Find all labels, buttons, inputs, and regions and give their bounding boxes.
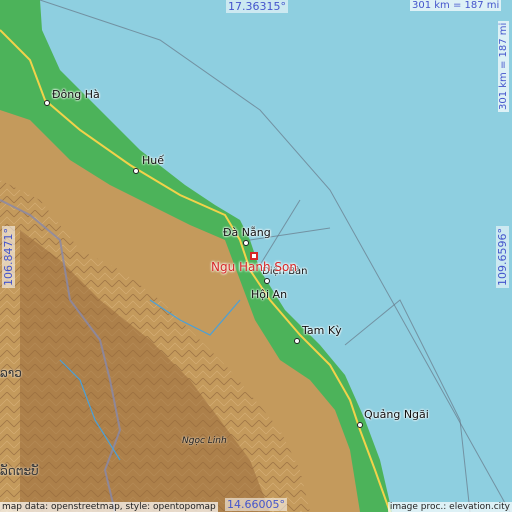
scale-right: 301 km = 187 mi	[498, 20, 509, 112]
city-dot-dong-ha	[44, 100, 50, 106]
coord-top: 17.36315°	[226, 0, 288, 13]
target-label: Ngu Hanh Son	[211, 260, 297, 274]
scale-top: 301 km = 187 mi	[410, 0, 502, 11]
city-label-hue: Huế	[142, 154, 165, 167]
credit-left: map data: openstreetmap, style: opentopo…	[0, 502, 218, 512]
coord-right: 109.6596°	[496, 226, 509, 288]
laos-label: ລາວ	[0, 366, 22, 380]
city-label-dong-ha: Đông Hà	[52, 88, 100, 101]
city-dot-da-nang	[243, 240, 249, 246]
city-label-quang-ngai: Quảng Ngãi	[364, 408, 429, 421]
city-label-tam-ky: Tam Kỳ	[302, 324, 342, 337]
map[interactable]: 17.36315° 14.66005° 106.8471° 109.6596° …	[0, 0, 512, 512]
city-dot-hoi-an	[264, 278, 270, 284]
city-label-da-nang: Đà Nẵng	[223, 226, 271, 239]
city-dot-tam-ky	[294, 338, 300, 344]
city-dot-quang-ngai	[357, 422, 363, 428]
coord-bottom: 14.66005°	[225, 498, 287, 511]
city-label-hoi-an: Hội An	[251, 288, 288, 301]
coord-left: 106.8471°	[2, 226, 15, 288]
credit-right: image proc.: elevation.city	[387, 502, 512, 512]
laos-label-2: ລັດຕະບັ	[0, 464, 39, 478]
peak-label: Ngọc Linh	[182, 436, 227, 446]
target-marker[interactable]	[250, 252, 258, 260]
city-dot-hue	[133, 168, 139, 174]
